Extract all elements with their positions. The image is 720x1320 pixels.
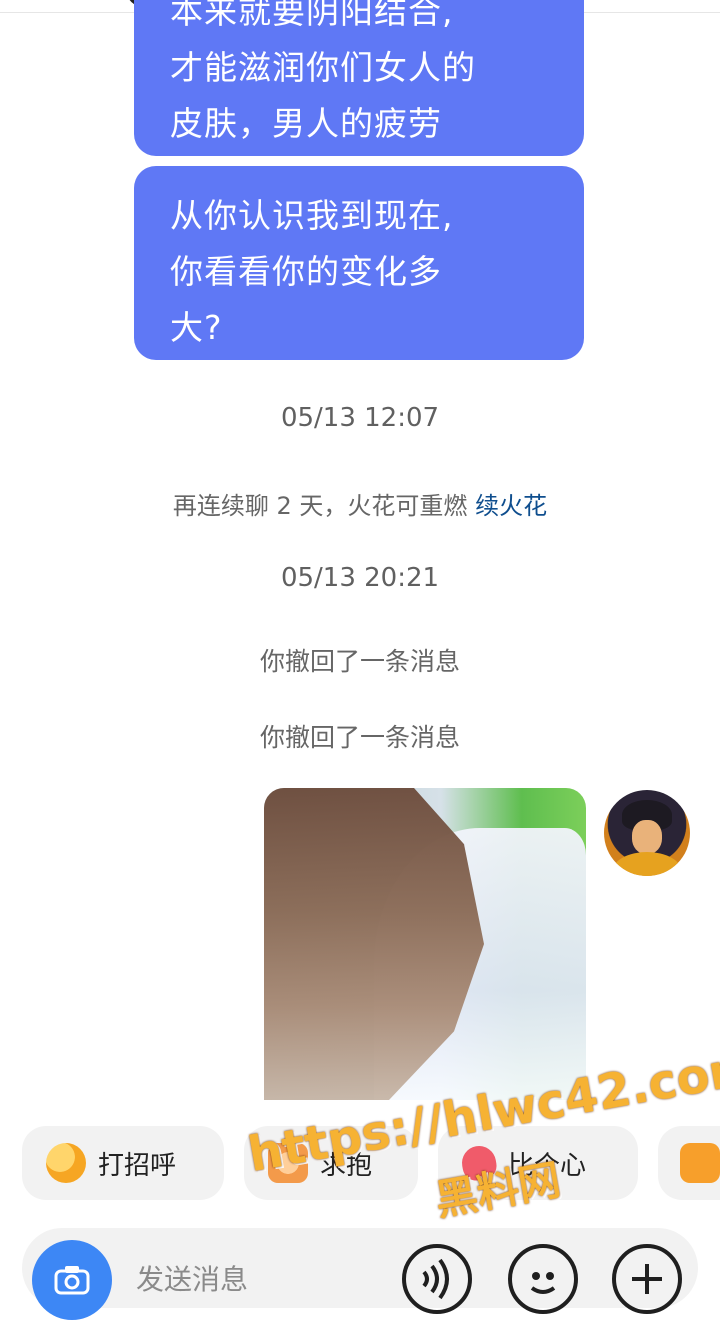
message-line: 本来就要阴阳结合,	[170, 0, 454, 31]
smile-wave-emoji-icon	[46, 1143, 86, 1183]
message-bubble-sent[interactable]: 从你认识我到现在, 你看看你的变化多 大?	[134, 166, 584, 360]
quick-reply-hug[interactable]: 求抱	[244, 1126, 418, 1200]
quick-reply-label: 求抱	[320, 1150, 373, 1181]
message-line: 皮肤，男人的疲劳	[170, 104, 442, 143]
camera-icon	[54, 1266, 90, 1295]
message-input[interactable]: 发送消息	[136, 1258, 248, 1298]
group-emoji-icon	[680, 1143, 720, 1183]
message-line: 你看看你的变化多	[170, 252, 442, 291]
quick-reply-more[interactable]	[658, 1126, 720, 1200]
timestamp: 05/13 20:21	[280, 563, 440, 593]
voice-waves-icon	[422, 1258, 449, 1300]
plus-sign-icon	[632, 1264, 662, 1294]
hug-emoji-icon	[268, 1143, 308, 1183]
quick-reply-label: 打招呼	[98, 1150, 177, 1181]
avatar[interactable]	[604, 790, 690, 876]
smile-face-icon	[530, 1272, 556, 1294]
message-bubble-sent[interactable]: 本来就要阴阳结合, 才能滋润你们女人的 皮肤，男人的疲劳	[134, 0, 584, 156]
recall-notice: 你撤回了一条消息	[259, 723, 460, 752]
continue-spark-link[interactable]: 续火花	[475, 492, 547, 520]
spark-notice: 再连续聊 2 天，火花可重燃 续火花	[0, 486, 720, 521]
composer-bar	[22, 1228, 698, 1308]
quick-reply-label: 比个心	[508, 1150, 587, 1181]
spark-notice-text: 再连续聊 2 天，火花可重燃	[172, 492, 468, 520]
timestamp: 05/13 12:07	[280, 403, 440, 433]
message-line: 才能滋润你们女人的	[170, 48, 476, 87]
message-line: 大?	[170, 308, 223, 347]
plus-icon[interactable]	[612, 1244, 682, 1314]
voice-icon[interactable]	[402, 1244, 472, 1314]
avatar-face	[632, 820, 662, 854]
avatar-shirt	[612, 852, 682, 876]
message-line: 从你认识我到现在,	[170, 196, 454, 235]
heart-emoji-icon	[459, 1143, 499, 1183]
recall-notice: 你撤回了一条消息	[259, 647, 460, 676]
emoji-icon[interactable]	[508, 1244, 578, 1314]
quick-reply-greet[interactable]: 打招呼	[22, 1126, 224, 1200]
quick-reply-heart[interactable]: 比个心	[438, 1126, 638, 1200]
image-message[interactable]	[264, 788, 586, 1100]
camera-button[interactable]	[32, 1240, 112, 1320]
